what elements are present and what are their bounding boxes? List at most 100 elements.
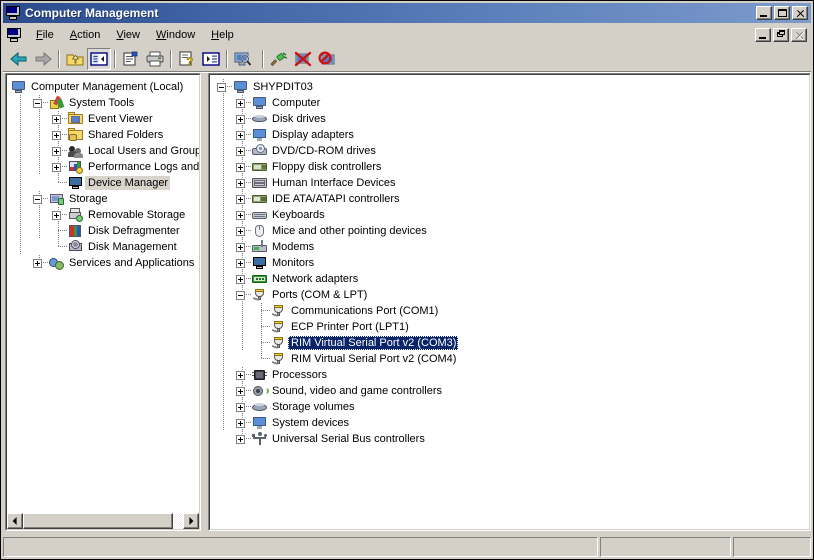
- menu-window[interactable]: Window: [148, 27, 203, 43]
- tree-item[interactable]: Storage: [11, 191, 199, 207]
- scrollbar-track[interactable]: [23, 513, 183, 529]
- menu-view[interactable]: View: [108, 27, 148, 43]
- tree-item[interactable]: Disk Defragmenter: [11, 223, 199, 239]
- expand-plus-icon[interactable]: [233, 431, 252, 447]
- tree-indent: [214, 287, 233, 303]
- tree-item[interactable]: IDE ATA/ATAPI controllers: [214, 191, 809, 207]
- expand-plus-icon[interactable]: [233, 95, 252, 111]
- collapse-minus-icon[interactable]: [30, 95, 49, 111]
- tree-item-label: SHYPDIT03: [253, 81, 313, 93]
- tree-item[interactable]: Performance Logs and Alerts: [11, 159, 199, 175]
- menu-file[interactable]: File: [28, 27, 62, 43]
- expand-plus-icon[interactable]: [233, 271, 252, 287]
- expand-plus-icon[interactable]: [49, 111, 68, 127]
- tree-item[interactable]: Computer: [214, 95, 809, 111]
- tree-item[interactable]: Disk Management: [11, 239, 199, 255]
- device-tree[interactable]: SHYPDIT03 Computer Disk drives Display adap…: [210, 75, 809, 529]
- expand-plus-icon[interactable]: [233, 255, 252, 271]
- tree-item[interactable]: System Tools: [11, 95, 199, 111]
- up-one-level-button[interactable]: [63, 48, 87, 70]
- expand-plus-icon[interactable]: [49, 143, 68, 159]
- computer-icon[interactable]: [5, 5, 21, 21]
- expand-plus-icon[interactable]: [233, 159, 252, 175]
- close-button[interactable]: [792, 6, 808, 20]
- expand-plus-icon[interactable]: [233, 127, 252, 143]
- tree-item[interactable]: Network adapters: [214, 271, 809, 287]
- console-tree-horizontal-scrollbar[interactable]: [7, 513, 199, 529]
- expand-plus-icon[interactable]: [233, 191, 252, 207]
- tree-item[interactable]: Communications Port (COM1): [214, 303, 809, 319]
- show-details-button[interactable]: [199, 48, 223, 70]
- expand-plus-icon[interactable]: [233, 415, 252, 431]
- tree-item[interactable]: Event Viewer: [11, 111, 199, 127]
- expand-plus-icon[interactable]: [233, 239, 252, 255]
- print-button[interactable]: [143, 48, 167, 70]
- tree-item[interactable]: RIM Virtual Serial Port v2 (COM3): [214, 335, 809, 351]
- tree-item[interactable]: System devices: [214, 415, 809, 431]
- mdi-restore-button[interactable]: [773, 27, 789, 42]
- expand-plus-icon[interactable]: [49, 127, 68, 143]
- tree-item[interactable]: Shared Folders: [11, 127, 199, 143]
- tree-item[interactable]: Display adapters: [214, 127, 809, 143]
- uninstall-device-button[interactable]: [291, 48, 315, 70]
- tree-item[interactable]: RIM Virtual Serial Port v2 (COM4): [214, 351, 809, 367]
- event-viewer-icon: [68, 111, 84, 127]
- properties-button[interactable]: [119, 48, 143, 70]
- expand-plus-icon[interactable]: [49, 159, 68, 175]
- collapse-minus-icon[interactable]: [233, 287, 252, 303]
- back-button[interactable]: [7, 48, 31, 70]
- disable-device-button[interactable]: [315, 48, 339, 70]
- expand-plus-icon[interactable]: [233, 207, 252, 223]
- update-driver-button[interactable]: [267, 48, 291, 70]
- tree-item[interactable]: Universal Serial Bus controllers: [214, 431, 809, 447]
- title-bar[interactable]: Computer Management: [3, 3, 811, 23]
- console-tree[interactable]: Computer Management (Local) System Tools E…: [7, 75, 199, 512]
- tree-item[interactable]: Human Interface Devices: [214, 175, 809, 191]
- tree-item[interactable]: Ports (COM & LPT): [214, 287, 809, 303]
- scroll-right-arrow-icon[interactable]: [183, 513, 199, 529]
- expand-plus-icon[interactable]: [233, 175, 252, 191]
- collapse-minus-icon[interactable]: [214, 79, 233, 95]
- tree-item[interactable]: Local Users and Groups: [11, 143, 199, 159]
- expand-plus-icon[interactable]: [49, 207, 68, 223]
- expand-plus-icon[interactable]: [233, 367, 252, 383]
- console-icon[interactable]: [6, 27, 22, 43]
- tree-item[interactable]: Sound, video and game controllers: [214, 383, 809, 399]
- tree-item[interactable]: Mice and other pointing devices: [214, 223, 809, 239]
- menu-action[interactable]: Action: [62, 27, 109, 43]
- scrollbar-thumb[interactable]: [23, 513, 174, 529]
- scroll-left-arrow-icon[interactable]: [7, 513, 23, 529]
- tree-item[interactable]: Processors: [214, 367, 809, 383]
- tree-indent: [214, 271, 233, 287]
- shared-folders-icon: [68, 127, 84, 143]
- expand-plus-icon[interactable]: [233, 399, 252, 415]
- tree-item[interactable]: Floppy disk controllers: [214, 159, 809, 175]
- tree-item[interactable]: Keyboards: [214, 207, 809, 223]
- menu-help[interactable]: Help: [203, 27, 242, 43]
- expand-plus-icon[interactable]: [233, 383, 252, 399]
- port-icon: [271, 351, 287, 367]
- tree-item-label: Display adapters: [272, 129, 354, 141]
- tree-item[interactable]: SHYPDIT03: [214, 79, 809, 95]
- show-hide-tree-button[interactable]: [87, 47, 111, 70]
- help-button[interactable]: ?: [175, 48, 199, 70]
- maximize-button[interactable]: [774, 6, 790, 20]
- tree-item[interactable]: DVD/CD-ROM drives: [214, 143, 809, 159]
- tree-item[interactable]: Device Manager: [11, 175, 199, 191]
- expand-plus-icon[interactable]: [233, 111, 252, 127]
- tree-item[interactable]: ECP Printer Port (LPT1): [214, 319, 809, 335]
- tree-item[interactable]: Disk drives: [214, 111, 809, 127]
- expand-plus-icon[interactable]: [233, 223, 252, 239]
- collapse-minus-icon[interactable]: [30, 191, 49, 207]
- expand-plus-icon[interactable]: [30, 255, 49, 271]
- tree-item[interactable]: Removable Storage: [11, 207, 199, 223]
- tree-item[interactable]: Storage volumes: [214, 399, 809, 415]
- expand-plus-icon[interactable]: [233, 143, 252, 159]
- tree-item[interactable]: Services and Applications: [11, 255, 199, 271]
- tree-item[interactable]: Computer Management (Local): [11, 79, 199, 95]
- tree-item[interactable]: Modems: [214, 239, 809, 255]
- tree-item[interactable]: Monitors: [214, 255, 809, 271]
- scan-hardware-changes-button[interactable]: [231, 48, 255, 70]
- minimize-button[interactable]: [756, 6, 772, 20]
- mdi-minimize-button[interactable]: [755, 27, 771, 42]
